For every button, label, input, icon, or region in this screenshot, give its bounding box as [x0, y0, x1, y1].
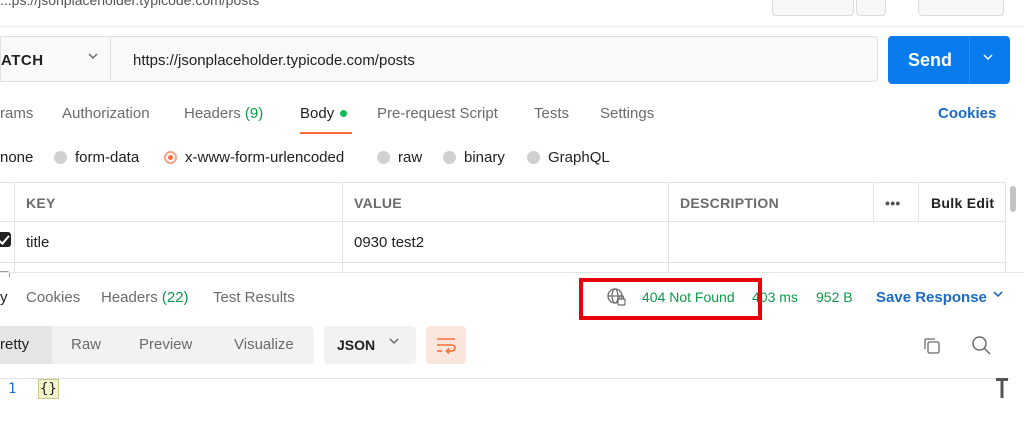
tab-authorization[interactable]: Authorization [62, 105, 150, 122]
format-select[interactable]: JSON [324, 326, 416, 364]
radio-urlencoded[interactable]: x-www-form-urlencoded [164, 149, 344, 166]
method-label: ATCH [1, 52, 44, 69]
row-divider [0, 262, 1006, 263]
wrap-lines-button[interactable] [426, 326, 466, 364]
radio-none-label: none [0, 149, 34, 166]
save-response-button[interactable]: Save Response [876, 289, 987, 306]
row-checkbox[interactable] [0, 232, 11, 247]
cookies-link[interactable]: Cookies [938, 105, 996, 122]
search-icon[interactable] [970, 334, 992, 356]
toolbar-button[interactable] [918, 0, 1004, 16]
radio-binary[interactable]: binary [443, 149, 505, 166]
tab-prerequest-script[interactable]: Pre-request Script [377, 105, 498, 122]
format-label: JSON [337, 337, 376, 353]
radio-button[interactable] [527, 150, 540, 164]
column-divider [342, 182, 343, 272]
radio-button[interactable] [54, 150, 67, 164]
more-options-icon[interactable]: ••• [885, 195, 901, 211]
view-mode-pretty[interactable]: retty [0, 336, 29, 353]
column-divider [14, 182, 15, 272]
tab-headers[interactable]: Headers (9) [184, 105, 263, 122]
url-input[interactable]: https://jsonplaceholder.typicode.com/pos… [110, 36, 878, 82]
top-bar: ...ps://jsonplaceholder.typicode.com/pos… [0, 0, 1024, 27]
send-button[interactable]: Send [888, 36, 1010, 84]
radio-graphql-label: GraphQL [548, 149, 610, 166]
chevron-down-icon[interactable] [982, 50, 994, 66]
toolbar-button[interactable] [856, 0, 886, 16]
tab-body[interactable]: Body [300, 105, 348, 122]
radio-button-selected[interactable] [164, 150, 177, 164]
url-text: https://jsonplaceholder.typicode.com/pos… [133, 52, 415, 69]
radio-graphql[interactable]: GraphQL [527, 149, 610, 166]
radio-raw-label: raw [398, 149, 423, 166]
radio-binary-label: binary [464, 149, 505, 166]
tab-headers-count: (9) [244, 105, 264, 122]
row-key-cell[interactable]: title [26, 234, 49, 251]
send-divider [969, 36, 970, 84]
response-tab-headers-label: Headers [101, 289, 158, 306]
column-header-key: KEY [26, 195, 56, 211]
radio-form-data-label: form-data [75, 149, 140, 166]
line-number: 1 [8, 381, 17, 397]
column-header-description: DESCRIPTION [680, 195, 779, 211]
radio-button[interactable] [377, 150, 390, 164]
view-mode-raw[interactable]: Raw [71, 336, 101, 353]
row-value-cell[interactable]: 0930 test2 [354, 234, 424, 251]
radio-none[interactable]: none [0, 149, 33, 166]
tab-params[interactable]: rams [0, 105, 33, 122]
column-divider [873, 182, 874, 222]
chevron-down-icon[interactable] [992, 288, 1004, 303]
view-mode-visualize[interactable]: Visualize [234, 336, 294, 353]
column-divider [668, 182, 669, 272]
body-indicator-dot [340, 109, 348, 117]
column-divider [918, 182, 919, 222]
send-label: Send [908, 50, 953, 70]
response-body-code[interactable]: {} [38, 379, 59, 399]
text-cursor-icon [996, 378, 1008, 398]
table-scrollbar[interactable] [1010, 186, 1016, 212]
response-tab-headers[interactable]: Headers (22) [101, 289, 189, 306]
chevron-down-icon [388, 335, 400, 350]
radio-form-data[interactable]: form-data [54, 149, 139, 166]
radio-raw[interactable]: raw [377, 149, 422, 166]
response-size[interactable]: 952 B [816, 289, 853, 305]
chevron-down-icon [87, 49, 99, 65]
wrap-lines-icon [437, 338, 456, 355]
response-tab-body[interactable]: y [0, 289, 8, 306]
bulk-edit-button[interactable]: Bulk Edit [931, 195, 994, 211]
radio-urlencoded-label: x-www-form-urlencoded [185, 149, 345, 166]
response-tab-test-results[interactable]: Test Results [213, 289, 295, 306]
response-divider [0, 272, 1024, 273]
view-mode-preview[interactable]: Preview [139, 336, 192, 353]
tab-body-label: Body [300, 105, 335, 122]
response-tab-headers-count: (22) [161, 289, 189, 306]
active-tab-underline [300, 132, 352, 134]
request-title: ...ps://jsonplaceholder.typicode.com/pos… [0, 0, 260, 8]
tab-settings[interactable]: Settings [600, 105, 654, 122]
highlight-annotation-box [579, 278, 762, 320]
tab-headers-label: Headers [184, 105, 241, 122]
radio-button[interactable] [443, 150, 456, 164]
toolbar-button[interactable] [772, 0, 854, 16]
column-divider [1005, 182, 1006, 272]
table-header-row [0, 182, 1006, 222]
code-divider [0, 378, 1010, 379]
response-tab-cookies[interactable]: Cookies [26, 289, 80, 306]
column-header-value: VALUE [354, 195, 402, 211]
copy-icon[interactable] [922, 336, 942, 356]
tab-tests[interactable]: Tests [534, 105, 569, 122]
method-select[interactable]: ATCH [0, 36, 110, 82]
